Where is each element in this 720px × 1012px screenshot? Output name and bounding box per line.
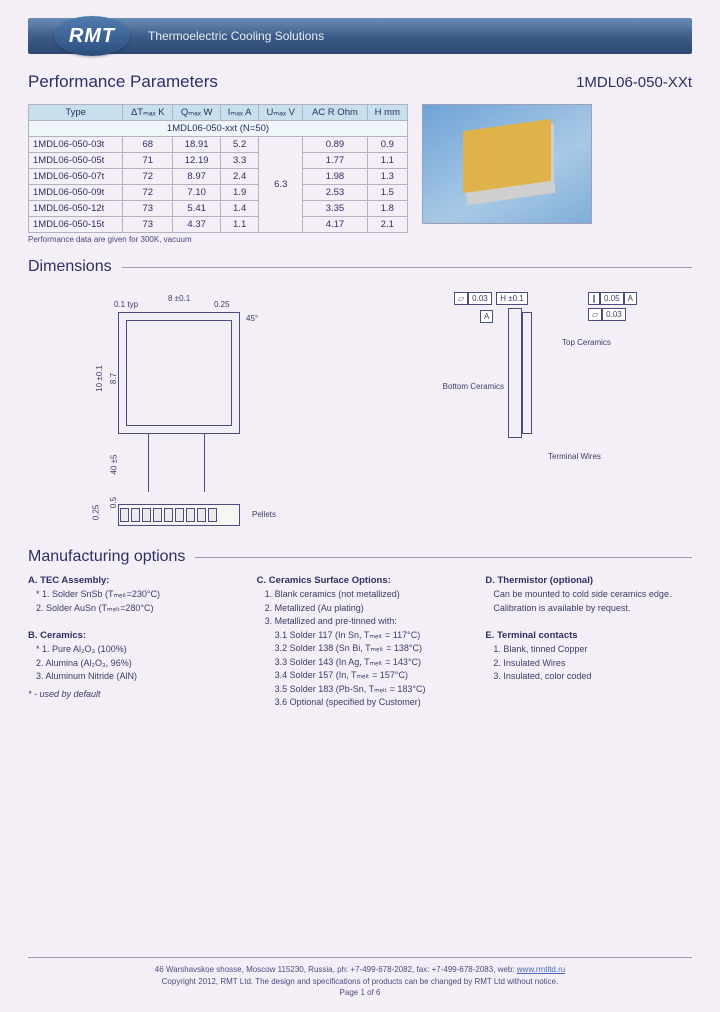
- umax-cell: 6.3: [259, 137, 303, 233]
- list-item: 3.5 Solder 183 (Pb-Sn, Tₘₑₗₜ = 183°C): [275, 683, 464, 697]
- dim-h-tol: H ±0.1: [496, 292, 528, 305]
- list-item: 2. Solder AuSn (Tₘₑₗₜ=280°C): [36, 602, 235, 616]
- datum-a: A: [624, 292, 637, 305]
- th-dtmax: ΔTₘₐₓ K: [123, 105, 173, 121]
- list-item: 3.4 Solder 157 (In, Tₘₑₗₜ = 157°C): [275, 669, 464, 683]
- gtol-flatness2-icon: ▱: [588, 308, 602, 321]
- th-type: Type: [29, 105, 123, 121]
- logo: RMT: [54, 16, 130, 56]
- table-row: 1MDL06-050-03t 68 18.91 5.2 6.3 0.89 0.9: [29, 137, 408, 153]
- list-item: 3.2 Solder 138 (Sn Bi, Tₘₑₗₜ = 138°C): [275, 642, 464, 656]
- list-item: 2. Alumina (Al₂O₃, 96%): [36, 657, 235, 671]
- list-item: 2. Metallized (Au plating): [265, 602, 464, 616]
- performance-table: Type ΔTₘₐₓ K Qₘₐₓ W Iₘₐₓ A Uₘₐₓ V AC R O…: [28, 104, 408, 233]
- tol-flatness: 0.03: [468, 292, 492, 305]
- gtol-parallel-icon: ∥: [588, 292, 600, 305]
- table-row: 1MDL06-050-15t 73 4.37 1.1 4.17 2.1: [29, 217, 408, 233]
- dim-025: 0.25: [214, 300, 230, 309]
- label-pellets: Pellets: [252, 510, 276, 519]
- footer-page: Page 1 of 6: [28, 987, 692, 998]
- label-bottom-ceramics: Bottom Ceramics: [404, 382, 504, 391]
- table-row: 1MDL06-050-07t 72 8.97 2.4 1.98 1.3: [29, 169, 408, 185]
- tol-parallel: 0.05: [600, 292, 624, 305]
- table-footnote: Performance data are given for 300K, vac…: [28, 235, 408, 244]
- table-row: 1MDL06-050-12t 73 5.41 1.4 3.35 1.8: [29, 201, 408, 217]
- section-dimensions: Dimensions: [28, 258, 692, 276]
- dim-025b: 0.25: [91, 505, 100, 521]
- list-item: 3. Aluminum Nitride (AlN): [36, 670, 235, 684]
- list-item: 1. Blank ceramics (not metallized): [265, 588, 464, 602]
- datum-a-box: A: [480, 310, 493, 323]
- mfg-b-title: B. Ceramics:: [28, 630, 86, 641]
- manufacturing-options: A. TEC Assembly: * 1. Solder SnSb (Tₘₑₗₜ…: [28, 574, 692, 710]
- list-item: 1. Blank, tinned Copper: [493, 643, 692, 657]
- list-item: 3.3 Solder 143 (In Ag, Tₘₑₗₜ = 143°C): [275, 656, 464, 670]
- dim-height: 10 ±0.1: [95, 365, 104, 392]
- list-item: 3. Metallized and pre-tinned with:: [265, 615, 464, 629]
- bottom-view: [118, 504, 240, 526]
- page-title: Performance Parameters: [28, 72, 218, 92]
- page-footer: 46 Warshavskoe shosse, Moscow 115230, Ru…: [28, 957, 692, 998]
- mfg-e-title: E. Terminal contacts: [485, 630, 577, 641]
- list-item: 3. Insulated, color coded: [493, 670, 692, 684]
- dim-inner-height: 8.7: [109, 373, 118, 384]
- dim-typ: 0.1 typ: [114, 300, 138, 309]
- th-qmax: Qₘₐₓ W: [173, 105, 221, 121]
- label-terminal-wires: Terminal Wires: [548, 452, 601, 461]
- th-acr: AC R Ohm: [303, 105, 367, 121]
- th-h: H mm: [367, 105, 407, 121]
- footer-address: 46 Warshavskoe shosse, Moscow 115230, Ru…: [155, 965, 517, 974]
- label-top-ceramics: Top Ceramics: [562, 338, 611, 347]
- th-imax: Iₘₐₓ A: [220, 105, 258, 121]
- table-row: 1MDL06-050-05t 71 12.19 3.3 1.77 1.1: [29, 153, 408, 169]
- tol-flatness2: 0.03: [602, 308, 626, 321]
- tagline: Thermoelectric Cooling Solutions: [148, 29, 324, 43]
- dim-angle: 45°: [246, 314, 258, 323]
- list-item: 2. Insulated Wires: [493, 657, 692, 671]
- table-subheader: 1MDL06-050-xxt (N=50): [29, 121, 408, 137]
- section-manufacturing: Manufacturing options: [28, 548, 692, 566]
- mfg-d-text: Can be mounted to cold side ceramics edg…: [493, 588, 692, 615]
- mfg-default-note: * - used by default: [28, 688, 235, 702]
- list-item: * 1. Solder SnSb (Tₘₑₗₜ=230°C): [36, 588, 235, 602]
- title-row: Performance Parameters 1MDL06-050-XXt: [28, 72, 692, 92]
- table-row: 1MDL06-050-09t 72 7.10 1.9 2.53 1.5: [29, 185, 408, 201]
- header-bar: RMT Thermoelectric Cooling Solutions: [28, 18, 692, 54]
- dimensions-drawing: 8 ±0.1 0.1 typ 0.25 45° 10 ±0.1 8.7 40 ±…: [28, 284, 692, 534]
- gtol-flatness-icon: ▱: [454, 292, 468, 305]
- product-photo: [422, 104, 592, 224]
- mfg-d-title: D. Thermistor (optional): [485, 575, 593, 586]
- list-item: 3.6 Optional (specified by Customer): [275, 696, 464, 710]
- list-item: 3.1 Solder 117 (In Sn, Tₘₑₗₜ = 117°C): [275, 629, 464, 643]
- th-umax: Uₘₐₓ V: [259, 105, 303, 121]
- dim-leads: 40 ±5: [109, 455, 118, 475]
- footer-url[interactable]: www.rmtltd.ru: [517, 965, 565, 974]
- part-number: 1MDL06-050-XXt: [576, 74, 692, 91]
- list-item: * 1. Pure Al₂O₃ (100%): [36, 643, 235, 657]
- mfg-c-title: C. Ceramics Surface Options:: [257, 575, 391, 586]
- mfg-a-title: A. TEC Assembly:: [28, 575, 109, 586]
- footer-copyright: Copyright 2012, RMT Ltd. The design and …: [28, 976, 692, 987]
- dim-width: 8 ±0.1: [168, 294, 190, 303]
- dim-05: 0.5: [109, 497, 118, 508]
